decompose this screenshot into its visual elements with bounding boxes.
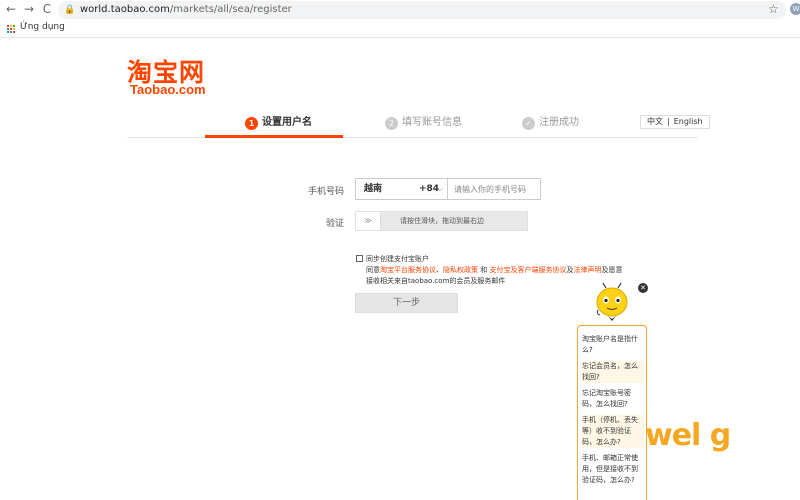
- taobao-logo-en[interactable]: Taobao.com: [130, 82, 206, 97]
- faq-item[interactable]: 淘宝账户名是指什么?: [582, 334, 644, 356]
- url-text: world.taobao.com/markets/all/sea/registe…: [80, 1, 292, 19]
- next-step-button[interactable]: 下一步: [355, 293, 458, 313]
- lock-icon: 🔒: [64, 5, 76, 15]
- bookmarks-bar: Ứng dụng: [0, 20, 800, 37]
- close-icon[interactable]: ✕: [638, 283, 648, 293]
- step-2-number: 2: [385, 116, 398, 130]
- alipay-sync-checkbox[interactable]: [356, 255, 363, 262]
- legal-statement-link[interactable]: 法律声明: [573, 266, 601, 274]
- country-name: 越南: [364, 184, 383, 194]
- url-path: /markets/all/sea/register: [169, 4, 292, 15]
- check-icon: ✓: [522, 116, 535, 130]
- lang-chinese[interactable]: 中文: [647, 117, 663, 126]
- lang-separator: |: [667, 117, 670, 126]
- phone-input[interactable]: [448, 178, 541, 200]
- privacy-policy-link[interactable]: 隐私权政策: [443, 266, 478, 274]
- country-code-select[interactable]: 越南 +84 ⌵: [355, 178, 448, 200]
- url-host: world.taobao.com: [80, 4, 170, 15]
- agree-and: 和: [478, 266, 490, 274]
- alipay-sync-label: 同步创建支付宝账户: [366, 255, 429, 263]
- browser-toolbar: ← → C 🔒 world.taobao.com/markets/all/sea…: [0, 0, 800, 38]
- helper-bot-icon[interactable]: [592, 282, 632, 324]
- alipay-agreement-link[interactable]: 支付宝及客户端服务协议: [489, 266, 566, 274]
- bookmark-star-icon[interactable]: ☆: [768, 2, 779, 16]
- faq-item[interactable]: 忘记淘宝账号密码，怎么找回?: [582, 388, 644, 410]
- faq-item[interactable]: 手机、邮箱正常使用，但是接收不到验证码，怎么办?: [582, 453, 644, 486]
- lang-english[interactable]: English: [674, 117, 703, 126]
- step-register-success: ✓ 注册成功: [522, 114, 579, 134]
- language-switcher: 中文 | English: [640, 115, 710, 129]
- step-1-label: 设置用户名: [262, 117, 312, 128]
- faq-item[interactable]: 手机（停机、丢失等）收不到验证码，怎么办?: [582, 415, 644, 448]
- agree-sep1: 、: [436, 266, 443, 274]
- slider-handle[interactable]: ≫: [356, 212, 381, 230]
- step-fill-account-info: 2 填写账号信息: [385, 114, 462, 134]
- agree-prefix: 同意: [366, 266, 380, 274]
- step-3-label: 注册成功: [539, 117, 579, 128]
- phone-label: 手机号码: [307, 187, 344, 197]
- faq-item[interactable]: 忘记会员名，怎么找回?: [582, 361, 644, 383]
- agreement-line: 同意淘宝平台服务协议、隐私权政策 和 支付宝及客户端服务协议及法律声明及愿意: [366, 265, 622, 276]
- help-faq-panel: 淘宝账户名是指什么? 忘记会员名，怎么找回? 忘记淘宝账号密码，怎么找回? 手机…: [577, 325, 647, 500]
- profile-avatar[interactable]: W: [790, 3, 800, 15]
- slider-captcha: ≫ 请按住滑块，拖动到最右边: [355, 211, 528, 231]
- verify-label: 验证: [325, 219, 344, 229]
- address-bar[interactable]: 🔒 world.taobao.com/markets/all/sea/regis…: [58, 1, 786, 19]
- platform-agreement-link[interactable]: 淘宝平台服务协议: [380, 266, 436, 274]
- step-1-number: 1: [245, 116, 258, 130]
- registration-steps: 1 设置用户名 2 填写账号信息 ✓ 注册成功 中文 | English: [127, 112, 710, 138]
- agree-suffix: 及愿意: [601, 266, 623, 274]
- watermark-logo: wel g: [645, 418, 731, 453]
- apps-grid-icon[interactable]: [6, 24, 15, 33]
- back-arrow-icon[interactable]: ←: [4, 2, 18, 16]
- apps-bookmark-label[interactable]: Ứng dụng: [20, 22, 65, 32]
- slider-hint: 请按住滑块，拖动到最右边: [400, 217, 484, 225]
- step-2-label: 填写账号信息: [402, 117, 462, 128]
- active-step-indicator: [205, 135, 343, 138]
- step-set-username: 1 设置用户名: [245, 114, 312, 134]
- chevron-down-icon: ⌵: [437, 184, 444, 193]
- email-consent-line: 接收相关来自taobao.com的会员及服务邮件: [366, 277, 506, 285]
- forward-arrow-icon[interactable]: →: [22, 2, 36, 16]
- reload-icon[interactable]: C: [40, 2, 54, 16]
